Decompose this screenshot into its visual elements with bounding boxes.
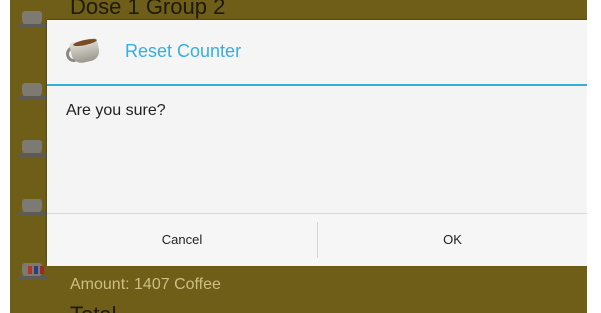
dialog-message: Are you sure? xyxy=(66,102,166,119)
dialog-button-bar: Cancel OK xyxy=(47,213,587,266)
coffee-cup-icon xyxy=(64,36,111,68)
background-item-title: Dose 1 Group 2 xyxy=(70,0,226,19)
reset-counter-dialog: Reset Counter Are you sure? Cancel OK xyxy=(47,20,587,266)
app-screen: Dose 1 Group 2 Subtotal Amount: 1407 Cof… xyxy=(10,0,601,313)
dialog-header: Reset Counter xyxy=(47,20,587,86)
background-item-footer: Total xyxy=(10,302,601,313)
ok-button[interactable]: OK xyxy=(318,214,587,266)
background-item-title: Total xyxy=(70,302,116,313)
cancel-button[interactable]: Cancel xyxy=(47,214,317,266)
screen-edge xyxy=(587,0,601,313)
background-item-subtitle: Amount: 1407 Coffee xyxy=(70,276,221,293)
dialog-title: Reset Counter xyxy=(125,41,242,61)
